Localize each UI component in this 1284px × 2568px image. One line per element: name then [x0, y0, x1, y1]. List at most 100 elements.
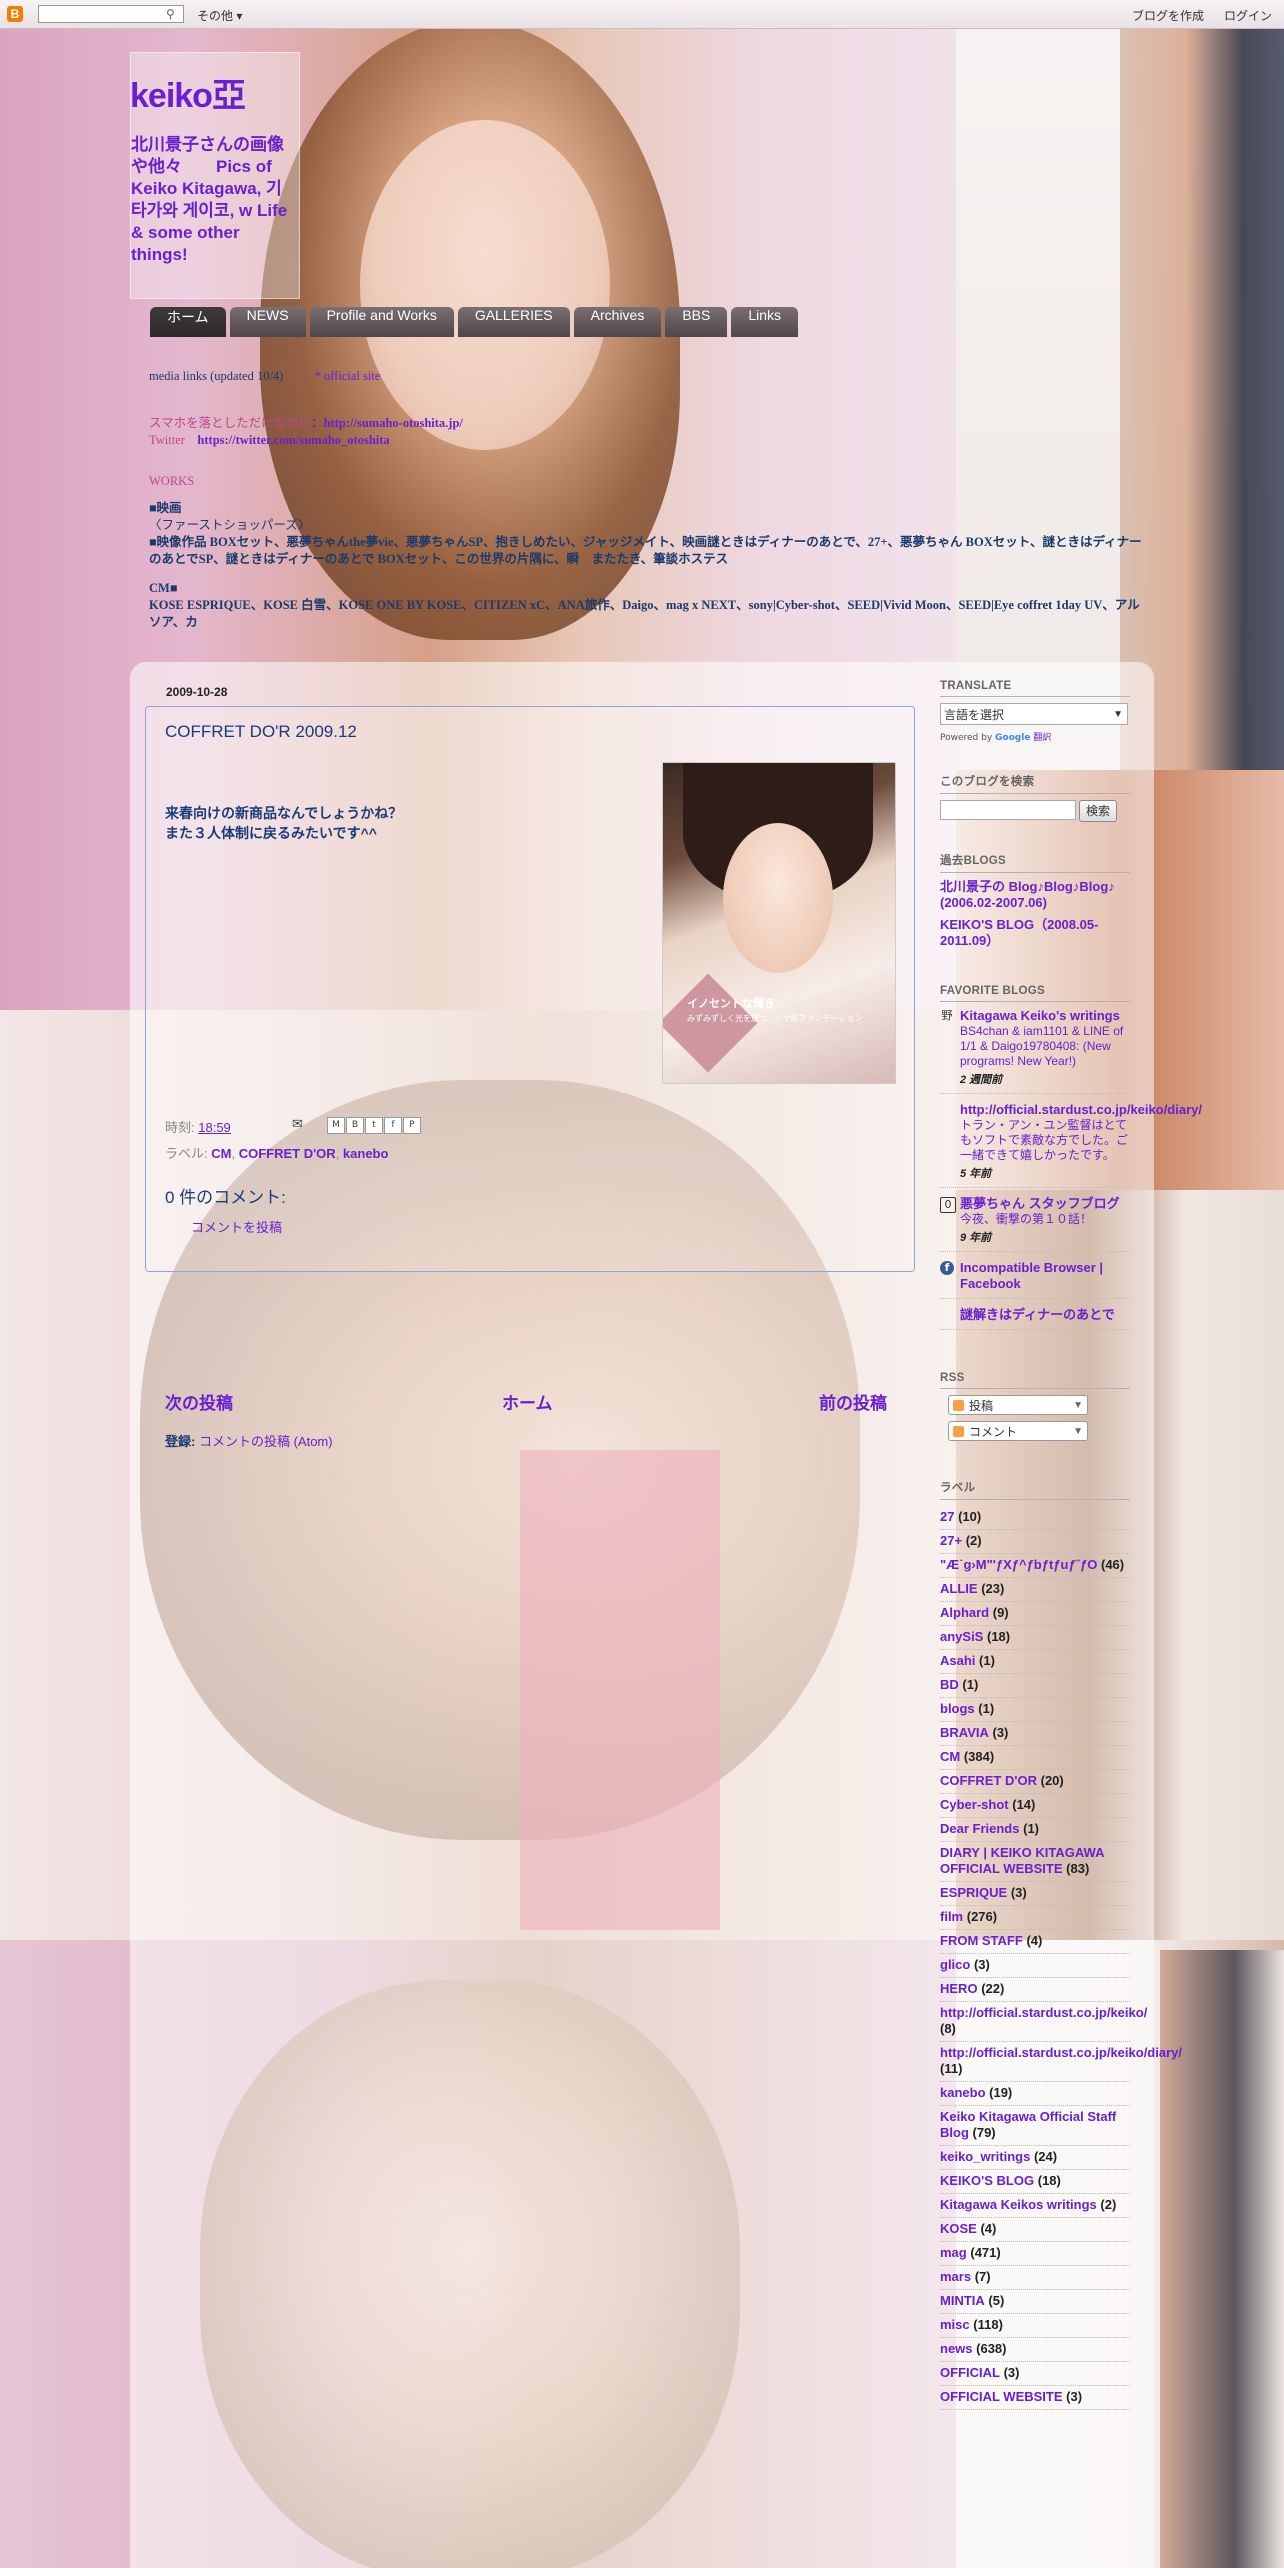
older-post-link[interactable]: 前の投稿 — [819, 1389, 887, 1414]
works-heading: WORKS — [149, 474, 195, 488]
label-item: misc (118) — [940, 2314, 1130, 2338]
fav-blog-snippet[interactable]: BS4chan & iam1101 & LINE of 1/1 & Daigo1… — [960, 1024, 1130, 1069]
blog-title[interactable]: keiko亞 — [130, 68, 246, 117]
past-blog-link[interactable]: KEIKO'S BLOG（2008.05-2011.09） — [940, 917, 1130, 949]
label-item: Kitagawa Keikos writings (2) — [940, 2194, 1130, 2218]
label-link[interactable]: glico — [940, 1957, 970, 1972]
label-item: FROM STAFF (4) — [940, 1930, 1130, 1954]
label-count: (1) — [1023, 1821, 1039, 1836]
post-time-link[interactable]: 18:59 — [198, 1120, 231, 1135]
label-link[interactable]: news — [940, 2341, 973, 2356]
rss-comments-dropdown[interactable]: コメント ▼ — [948, 1421, 1088, 1441]
label-link[interactable]: misc — [940, 2317, 970, 2332]
label-link[interactable]: keiko_writings — [940, 2149, 1030, 2164]
email-post-icon[interactable]: ✉ — [292, 1117, 303, 1132]
label-count: (1) — [979, 1653, 995, 1668]
atom-feed-link[interactable]: コメントの投稿 (Atom) — [199, 1434, 333, 1449]
label-link[interactable]: 27+ — [940, 1533, 962, 1548]
label-link[interactable]: CM — [940, 1749, 960, 1764]
fav-blog-title[interactable]: Kitagawa Keiko's writings — [960, 1008, 1130, 1024]
label-link[interactable]: anySiS — [940, 1629, 983, 1644]
label-link[interactable]: mars — [940, 2269, 971, 2284]
label-link[interactable]: Alphard — [940, 1605, 989, 1620]
chevron-down-icon: ▼ — [1073, 1426, 1083, 1437]
blogthis-icon[interactable]: B — [346, 1117, 364, 1134]
tab-links[interactable]: Links — [731, 307, 799, 337]
label-item: KOSE (4) — [940, 2218, 1130, 2242]
post-image[interactable]: イノセントな輝き みずみずしく光を放つ、ツヤ肌ファンデーション — [662, 762, 896, 1084]
fav-blog-snippet[interactable]: トラン・アン・ユン監督はとてもソフトで素敵な方でした。ご一緒できて嬉しかったです… — [960, 1118, 1130, 1163]
twitter-link[interactable]: https://twitter.com/sumaho_otoshita — [197, 433, 389, 447]
label-link[interactable]: HERO — [940, 1981, 978, 1996]
label-link[interactable]: CM — [211, 1146, 231, 1161]
tab-news[interactable]: NEWS — [229, 307, 306, 337]
label-link[interactable]: ALLIE — [940, 1581, 978, 1596]
post-comment-link[interactable]: コメントを投稿 — [191, 1217, 282, 1236]
label-link[interactable]: COFFRET D'OR — [940, 1773, 1037, 1788]
rss-heading: RSS — [940, 1372, 1130, 1389]
label-link[interactable]: KOSE — [940, 2221, 977, 2236]
label-link[interactable]: "Æ˙g›M"'ƒXƒ^ƒbƒtƒuƒ˝ƒO — [940, 1557, 1097, 1572]
tab-profile[interactable]: Profile and Works — [309, 307, 454, 337]
home-link[interactable]: ホーム — [502, 1389, 553, 1414]
post-title[interactable]: COFFRET DO'R 2009.12 — [165, 722, 357, 742]
label-link[interactable]: Dear Friends — [940, 1821, 1019, 1836]
fav-blog-title[interactable]: http://official.stardust.co.jp/keiko/dia… — [960, 1102, 1202, 1118]
past-blog-link[interactable]: 北川景子の Blog♪Blog♪Blog♪ (2006.02-2007.06) — [940, 879, 1130, 911]
tab-bbs[interactable]: BBS — [665, 307, 728, 337]
label-item: 27+ (2) — [940, 1530, 1130, 1554]
label-link[interactable]: kanebo — [343, 1146, 389, 1161]
label-item: ESPRIQUE (3) — [940, 1882, 1130, 1906]
label-link[interactable]: Keiko Kitagawa Official Staff Blog — [940, 2109, 1116, 2140]
language-select[interactable]: 言語を選択 ▼ — [940, 703, 1128, 725]
page-tabs: ホーム NEWS Profile and Works GALLERIES Arc… — [150, 307, 799, 337]
login-link[interactable]: ログイン — [1224, 7, 1272, 24]
blog-description: 北川景子さんの画像や他々 Pics of Keiko Kitagawa, 기타가… — [131, 135, 288, 264]
label-link[interactable]: 27 — [940, 1509, 954, 1524]
fav-blog-snippet[interactable]: 今夜、衝撃の第１０話！ — [960, 1212, 1130, 1227]
blogger-logo-icon[interactable]: B — [7, 6, 23, 22]
label-link[interactable]: blogs — [940, 1701, 975, 1716]
label-link[interactable]: OFFICIAL WEBSITE — [940, 2389, 1063, 2404]
label-link[interactable]: MINTIA — [940, 2293, 985, 2308]
email-share-icon[interactable]: M — [327, 1117, 345, 1134]
label-link[interactable]: BRAVIA — [940, 1725, 989, 1740]
label-link[interactable]: KEIKO'S BLOG — [940, 2173, 1034, 2188]
label-link[interactable]: FROM STAFF — [940, 1933, 1023, 1948]
label-item: BRAVIA (3) — [940, 1722, 1130, 1746]
twitter-share-icon[interactable]: t — [365, 1117, 383, 1134]
label-link[interactable]: BD — [940, 1677, 959, 1692]
blog-search-input[interactable] — [940, 800, 1076, 820]
rss-posts-dropdown[interactable]: 投稿 ▼ — [948, 1395, 1088, 1415]
label-link[interactable]: mag — [940, 2245, 967, 2260]
label-link[interactable]: http://official.stardust.co.jp/keiko/ — [940, 2005, 1147, 2020]
translate-link[interactable]: 翻訳 — [1033, 733, 1051, 743]
powered-by-text: Powered by — [940, 733, 993, 743]
label-link[interactable]: OFFICIAL — [940, 2365, 1000, 2380]
official-site-link[interactable]: * official site — [315, 369, 381, 383]
label-link[interactable]: Kitagawa Keikos writings — [940, 2197, 1097, 2212]
navbar-more-menu[interactable]: その他 ▾ — [197, 7, 242, 24]
navbar-search-input[interactable] — [38, 5, 184, 23]
search-icon[interactable]: ⚲ — [166, 6, 182, 22]
label-link[interactable]: Asahi — [940, 1653, 975, 1668]
tab-galleries[interactable]: GALLERIES — [457, 307, 570, 337]
fav-blog-title[interactable]: Incompatible Browser | Facebook — [960, 1260, 1130, 1292]
create-blog-link[interactable]: ブログを作成 — [1132, 7, 1204, 24]
fav-blog-title[interactable]: 悪夢ちゃん スタッフブログ — [960, 1196, 1130, 1212]
label-link[interactable]: film — [940, 1909, 963, 1924]
translate-heading: TRANSLATE — [940, 680, 1130, 697]
movie-site-link[interactable]: ：http://sumaho-otoshita.jp/ — [311, 416, 463, 430]
label-link[interactable]: kanebo — [940, 2085, 986, 2100]
tab-home[interactable]: ホーム — [150, 307, 226, 337]
search-button[interactable]: 検索 — [1079, 800, 1118, 822]
facebook-share-icon[interactable]: f — [384, 1117, 402, 1134]
newer-post-link[interactable]: 次の投稿 — [165, 1389, 233, 1414]
fav-blog-title[interactable]: 謎解きはディナーのあとで — [960, 1307, 1130, 1323]
label-link[interactable]: http://official.stardust.co.jp/keiko/dia… — [940, 2045, 1182, 2060]
label-link[interactable]: Cyber-shot — [940, 1797, 1009, 1812]
label-link[interactable]: ESPRIQUE — [940, 1885, 1007, 1900]
label-link[interactable]: COFFRET D'OR — [239, 1146, 336, 1161]
pinterest-share-icon[interactable]: P — [403, 1117, 421, 1134]
tab-archives[interactable]: Archives — [573, 307, 662, 337]
